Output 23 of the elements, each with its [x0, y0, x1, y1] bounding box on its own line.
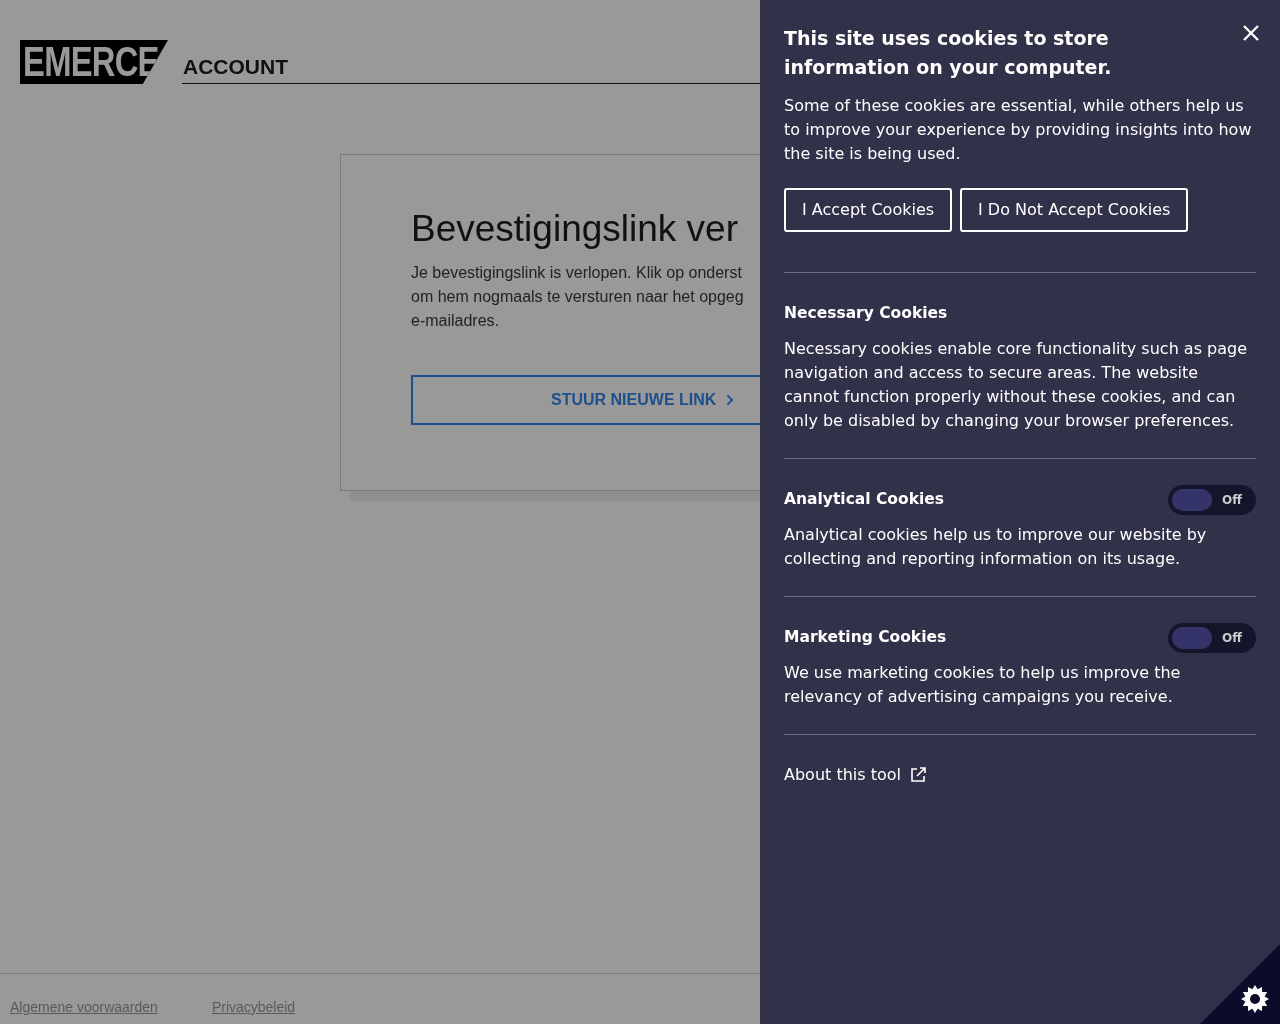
- category-title: Necessary Cookies: [784, 303, 948, 325]
- cookie-gear-icon[interactable]: [1240, 984, 1270, 1014]
- accept-button[interactable]: I Accept Cookies: [784, 188, 953, 232]
- close-icon: [1242, 23, 1260, 42]
- section-title: ACCOUNT: [182, 48, 760, 84]
- category-description: We use marketing cookies to help us improve the relevancy of advertising campaigns you receive.: [784, 662, 1182, 708]
- chevron-right-icon: [726, 394, 735, 407]
- panel-intro: Some of these cookies are essential, while others help us to improve your experience by providing insights into how the site is being used.: [784, 95, 1253, 165]
- toggle-switch[interactable]: Off: [1168, 623, 1256, 653]
- decline-button[interactable]: I Do Not Accept Cookies: [960, 188, 1189, 232]
- logo[interactable]: EMERCE: [20, 40, 168, 84]
- about-link[interactable]: About this tool: [784, 763, 927, 787]
- category-description: Necessary cookies enable core functionality such as page navigation and access to secure areas. The website cannot function properly without these cookies, and can only be disabled by changing your browser preferences.: [784, 338, 1249, 432]
- body-text-line: e-mailadres.: [411, 311, 501, 332]
- category-title: Marketing Cookies: [784, 627, 947, 649]
- card-title: Bevestigingslink ver: [411, 207, 739, 251]
- external-link-icon: [908, 766, 927, 784]
- category-title: Analytical Cookies: [784, 489, 945, 511]
- body-text-line: Je bevestigingslink is verlopen. Klik op onderst: [411, 263, 743, 284]
- panel-title: This site uses cookies to store information on your computer.: [784, 26, 1113, 80]
- toggle-switch[interactable]: Off: [1168, 485, 1256, 515]
- category-description: Analytical cookies help us to improve our website by collecting and reporting information on its usage.: [784, 524, 1208, 570]
- body-text-line: om hem nogmaals te versturen naar het opgeg: [411, 287, 745, 308]
